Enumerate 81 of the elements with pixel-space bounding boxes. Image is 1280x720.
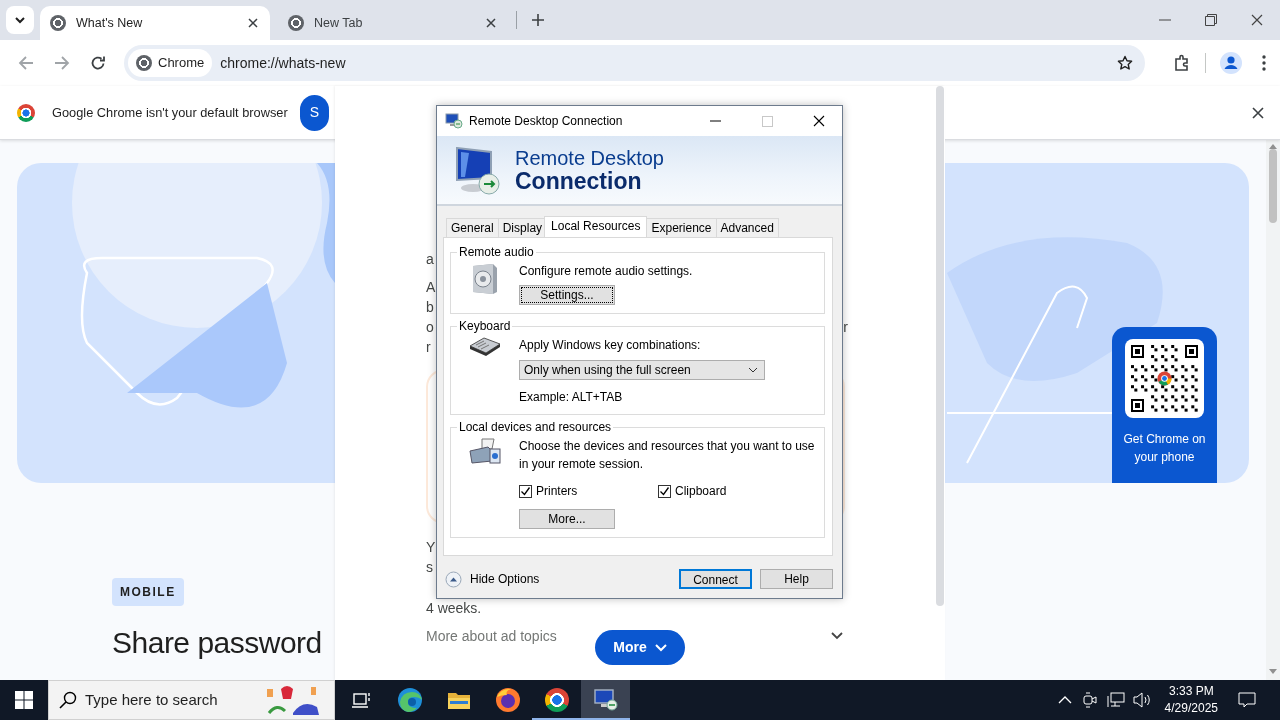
section-heading: Share password	[112, 625, 322, 661]
network-icon[interactable]	[1106, 692, 1125, 708]
remote-desktop-icon[interactable]	[581, 680, 630, 720]
scrollbar-thumb[interactable]	[1269, 149, 1277, 223]
scrollbar[interactable]	[936, 86, 944, 606]
printer-icon	[468, 437, 502, 467]
chevron-down-icon	[654, 643, 667, 652]
body-text: b	[426, 298, 434, 317]
group-title: Remote audio	[457, 245, 536, 259]
extensions-icon[interactable]	[1173, 54, 1191, 72]
close-icon[interactable]	[1251, 14, 1263, 26]
search-field[interactable]: Type here to search	[85, 688, 255, 712]
body-text: r	[426, 338, 431, 357]
body-text: o	[426, 318, 434, 337]
dialog-tab[interactable]: General	[446, 218, 499, 237]
set-default-button[interactable]: S	[299, 94, 330, 131]
reload-icon[interactable]	[90, 55, 106, 71]
body-text: A	[426, 278, 436, 297]
check-icon	[520, 485, 531, 497]
banner-title: Connection	[515, 169, 642, 193]
menu-icon[interactable]	[1262, 55, 1266, 71]
notification-icon[interactable]	[1238, 692, 1256, 708]
chrome-logo-icon	[17, 103, 35, 122]
description-text: Choose the devices and resources that you want to use in your remote session.	[519, 438, 816, 473]
bookmark-star-icon[interactable]	[1117, 55, 1133, 71]
volume-icon[interactable]	[1132, 692, 1151, 708]
browser-tab[interactable]: New Tab	[278, 6, 508, 40]
field-label: Apply Windows key combinations:	[519, 337, 702, 354]
hide-options-link[interactable]: Hide Options	[470, 570, 540, 588]
browser-tab[interactable]: What's New	[40, 6, 270, 40]
camera-icon[interactable]	[1082, 691, 1097, 709]
category-label: MOBILE	[112, 578, 184, 606]
caret-icon	[748, 367, 758, 373]
restore-icon[interactable]	[1205, 14, 1217, 26]
settings-button[interactable]: Settings...	[519, 285, 615, 305]
description-text: Configure remote audio settings.	[519, 263, 694, 280]
app-icon	[445, 113, 463, 129]
hint-text: Example: ALT+TAB	[519, 389, 624, 406]
close-icon[interactable]	[813, 115, 825, 127]
close-icon[interactable]	[248, 18, 258, 28]
window-title: Remote Desktop Connection	[469, 113, 624, 130]
dialog-button[interactable]: Help	[760, 569, 833, 589]
close-icon[interactable]	[486, 18, 496, 28]
caret-icon	[14, 16, 26, 24]
dropdown-field[interactable]: Only when using the full screen	[519, 360, 765, 380]
checkbox[interactable]: Printers	[519, 482, 658, 500]
chevron-down-icon	[831, 632, 843, 640]
keyboard-icon	[468, 336, 502, 356]
group-title: Keyboard	[457, 319, 513, 333]
dialog-tab[interactable]: Advanced	[715, 218, 779, 237]
body-text: 4 weeks.	[426, 599, 483, 617]
clock[interactable]: 3:33 PM 4/29/2025	[1156, 683, 1226, 717]
banner-title: Remote Desktop	[515, 147, 664, 169]
search-icon	[59, 691, 77, 709]
dialog-tab[interactable]: Local Resources	[544, 216, 648, 237]
profile-icon[interactable]	[1220, 52, 1242, 74]
body-text: Y	[426, 538, 436, 557]
tab-search-button[interactable]	[6, 6, 34, 34]
body-text: r	[843, 318, 848, 337]
body-text: s	[426, 558, 433, 577]
more-button[interactable]: More	[595, 630, 685, 665]
more-button[interactable]: More...	[519, 509, 615, 529]
site-chip[interactable]: Chrome	[128, 49, 213, 77]
minimize-icon[interactable]	[709, 120, 721, 122]
chevron-up-icon[interactable]	[1057, 696, 1072, 704]
new-tab-icon[interactable]	[531, 13, 545, 27]
qr-caption: Get Chrome on your phone	[1122, 431, 1207, 466]
address-bar[interactable]: Chrome chrome://whats-new	[124, 45, 1145, 81]
close-icon[interactable]	[1252, 106, 1264, 119]
infobar-message: Google Chrome isn't your default browser	[52, 103, 288, 122]
dialog-button[interactable]: Connect	[679, 569, 752, 589]
scrollbar[interactable]	[1266, 140, 1280, 680]
group-title: Local devices and resources	[457, 420, 614, 434]
checkbox[interactable]: Clipboard	[658, 482, 797, 500]
search-bar[interactable]: Type here to search	[48, 680, 335, 720]
body-text: a	[426, 250, 434, 269]
maximize-icon	[761, 115, 773, 127]
collapse-icon[interactable]	[445, 570, 462, 588]
check-icon	[659, 485, 670, 497]
scroll-down-icon[interactable]	[1269, 669, 1277, 674]
dialog-tab[interactable]: Experience	[646, 218, 717, 237]
